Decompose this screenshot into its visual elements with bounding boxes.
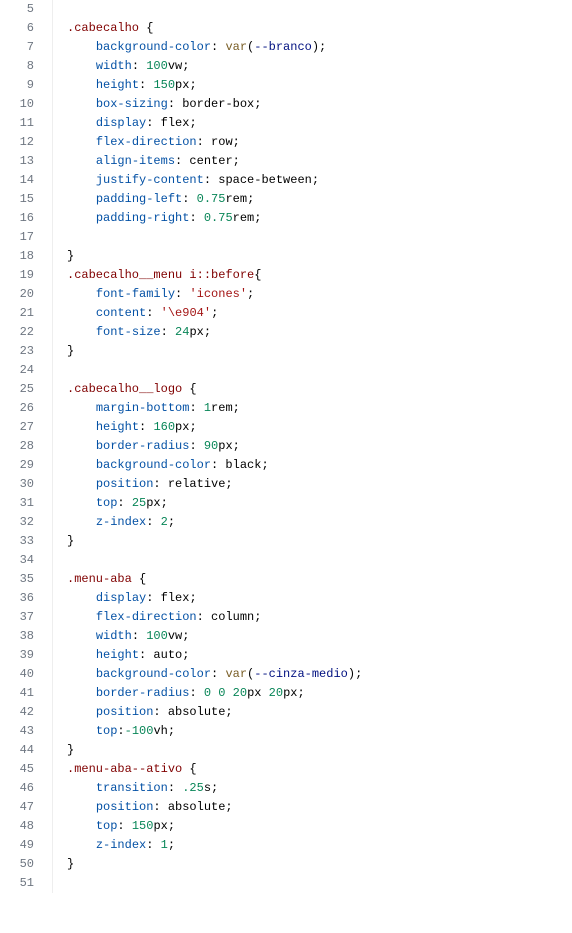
code-line[interactable]: position: absolute;: [53, 703, 572, 722]
code-line[interactable]: background-color: var(--cinza-medio);: [53, 665, 572, 684]
code-line[interactable]: [53, 874, 572, 893]
code-line[interactable]: top: 25px;: [53, 494, 572, 513]
code-line[interactable]: background-color: var(--branco);: [53, 38, 572, 57]
line-number: 17: [0, 228, 34, 247]
code-line[interactable]: border-radius: 0 0 20px 20px;: [53, 684, 572, 703]
code-line[interactable]: width: 100vw;: [53, 57, 572, 76]
line-number: 16: [0, 209, 34, 228]
line-number: 30: [0, 475, 34, 494]
line-number: 32: [0, 513, 34, 532]
code-line[interactable]: top:-100vh;: [53, 722, 572, 741]
line-number: 51: [0, 874, 34, 893]
line-number: 33: [0, 532, 34, 551]
code-line[interactable]: position: absolute;: [53, 798, 572, 817]
code-line[interactable]: }: [53, 741, 572, 760]
line-number: 7: [0, 38, 34, 57]
code-line[interactable]: [53, 228, 572, 247]
line-number: 9: [0, 76, 34, 95]
line-number: 22: [0, 323, 34, 342]
line-number: 5: [0, 0, 34, 19]
code-line[interactable]: justify-content: space-between;: [53, 171, 572, 190]
line-number: 46: [0, 779, 34, 798]
code-line[interactable]: border-radius: 90px;: [53, 437, 572, 456]
line-number: 42: [0, 703, 34, 722]
code-line[interactable]: flex-direction: column;: [53, 608, 572, 627]
line-number: 15: [0, 190, 34, 209]
line-number: 49: [0, 836, 34, 855]
line-number: 45: [0, 760, 34, 779]
code-line[interactable]: height: auto;: [53, 646, 572, 665]
code-line[interactable]: [53, 361, 572, 380]
code-line[interactable]: top: 150px;: [53, 817, 572, 836]
line-number: 11: [0, 114, 34, 133]
line-number: 10: [0, 95, 34, 114]
line-number: 35: [0, 570, 34, 589]
code-line[interactable]: [53, 551, 572, 570]
line-number: 14: [0, 171, 34, 190]
line-number: 40: [0, 665, 34, 684]
code-line[interactable]: }: [53, 855, 572, 874]
line-number: 8: [0, 57, 34, 76]
code-line[interactable]: z-index: 1;: [53, 836, 572, 855]
line-number: 29: [0, 456, 34, 475]
line-number: 39: [0, 646, 34, 665]
code-line[interactable]: .cabecalho__menu i::before{: [53, 266, 572, 285]
line-number: 34: [0, 551, 34, 570]
line-number: 38: [0, 627, 34, 646]
line-number: 24: [0, 361, 34, 380]
line-number-gutter: 5678910111213141516171819202122232425262…: [0, 0, 52, 893]
code-line[interactable]: .menu-aba {: [53, 570, 572, 589]
code-line[interactable]: height: 160px;: [53, 418, 572, 437]
code-line[interactable]: transition: .25s;: [53, 779, 572, 798]
line-number: 6: [0, 19, 34, 38]
line-number: 43: [0, 722, 34, 741]
code-content[interactable]: .cabecalho { background-color: var(--bra…: [52, 0, 572, 893]
code-line[interactable]: align-items: center;: [53, 152, 572, 171]
code-line[interactable]: content: '\e904';: [53, 304, 572, 323]
line-number: 44: [0, 741, 34, 760]
code-line[interactable]: .menu-aba--ativo {: [53, 760, 572, 779]
line-number: 48: [0, 817, 34, 836]
code-line[interactable]: margin-bottom: 1rem;: [53, 399, 572, 418]
code-line[interactable]: }: [53, 342, 572, 361]
code-line[interactable]: padding-left: 0.75rem;: [53, 190, 572, 209]
code-line[interactable]: position: relative;: [53, 475, 572, 494]
line-number: 12: [0, 133, 34, 152]
line-number: 28: [0, 437, 34, 456]
line-number: 37: [0, 608, 34, 627]
line-number: 41: [0, 684, 34, 703]
line-number: 27: [0, 418, 34, 437]
code-line[interactable]: }: [53, 532, 572, 551]
code-line[interactable]: [53, 0, 572, 19]
line-number: 18: [0, 247, 34, 266]
code-line[interactable]: box-sizing: border-box;: [53, 95, 572, 114]
line-number: 23: [0, 342, 34, 361]
code-line[interactable]: background-color: black;: [53, 456, 572, 475]
code-line[interactable]: display: flex;: [53, 589, 572, 608]
code-line[interactable]: padding-right: 0.75rem;: [53, 209, 572, 228]
line-number: 31: [0, 494, 34, 513]
line-number: 19: [0, 266, 34, 285]
line-number: 20: [0, 285, 34, 304]
code-line[interactable]: .cabecalho {: [53, 19, 572, 38]
code-line[interactable]: z-index: 2;: [53, 513, 572, 532]
code-line[interactable]: width: 100vw;: [53, 627, 572, 646]
line-number: 25: [0, 380, 34, 399]
code-line[interactable]: .cabecalho__logo {: [53, 380, 572, 399]
code-editor[interactable]: 5678910111213141516171819202122232425262…: [0, 0, 572, 893]
line-number: 26: [0, 399, 34, 418]
line-number: 36: [0, 589, 34, 608]
code-line[interactable]: font-size: 24px;: [53, 323, 572, 342]
code-line[interactable]: }: [53, 247, 572, 266]
code-line[interactable]: height: 150px;: [53, 76, 572, 95]
code-line[interactable]: font-family: 'icones';: [53, 285, 572, 304]
line-number: 50: [0, 855, 34, 874]
line-number: 47: [0, 798, 34, 817]
line-number: 13: [0, 152, 34, 171]
code-line[interactable]: display: flex;: [53, 114, 572, 133]
code-line[interactable]: flex-direction: row;: [53, 133, 572, 152]
line-number: 21: [0, 304, 34, 323]
